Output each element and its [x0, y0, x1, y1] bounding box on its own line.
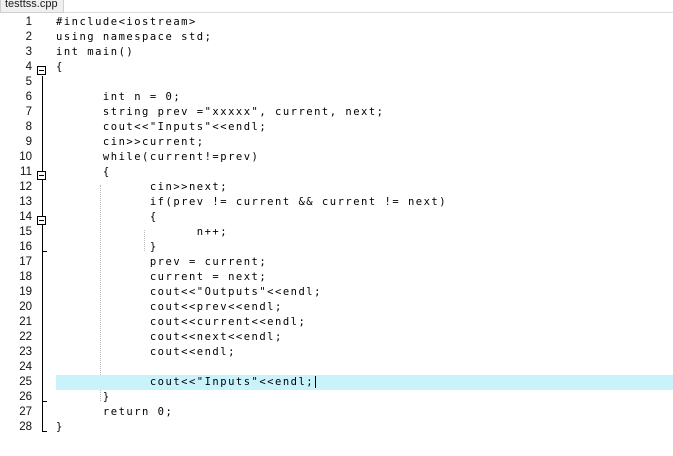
code-text[interactable]: #include<iostream> [56, 15, 197, 30]
text-caret [315, 376, 317, 388]
code-line[interactable]: 2 using namespace std; [0, 30, 673, 45]
code-line[interactable]: 19 cout<<"Outputs"<<endl; [0, 285, 673, 300]
code-line[interactable]: 3 int main() [0, 45, 673, 60]
code-line[interactable]: 18 current = next; [0, 270, 673, 285]
code-text[interactable]: using namespace std; [56, 30, 212, 45]
code-line[interactable]: 4{ [0, 60, 673, 75]
code-line[interactable]: 16 } [0, 240, 673, 255]
line-number: 14 [19, 211, 32, 223]
code-line[interactable]: 20 cout<<prev<<endl; [0, 300, 673, 315]
code-line[interactable]: 24 [0, 360, 673, 375]
code-text[interactable]: cout<<endl; [56, 345, 236, 360]
code-text[interactable]: } [56, 240, 158, 255]
code-text[interactable]: if(prev != current && current != next) [56, 195, 447, 210]
code-text[interactable]: cin>>current; [56, 135, 205, 150]
line-number: 17 [19, 256, 32, 268]
tab-bar: testtss.cpp [0, 0, 673, 13]
code-text[interactable]: cout<<prev<<endl; [56, 300, 283, 315]
line-number: 25 [19, 376, 32, 388]
code-line[interactable]: 15 n++; [0, 225, 673, 240]
code-text[interactable]: } [56, 420, 64, 435]
code-line[interactable]: 11 { [0, 165, 673, 180]
line-number: 19 [19, 286, 32, 298]
code-text[interactable]: cout<<"Outputs"<<endl; [56, 285, 322, 300]
code-line[interactable]: 14 { [0, 210, 673, 225]
code-line[interactable]: 26 } [0, 390, 673, 405]
line-number: 27 [19, 406, 32, 418]
line-number: 3 [25, 46, 32, 58]
code-text[interactable]: { [56, 210, 158, 225]
code-editor[interactable]: 1 #include<iostream> 2 using namespace std;… [0, 13, 673, 456]
line-number: 13 [19, 196, 32, 208]
code-text[interactable]: string prev ="xxxxx", current, next; [56, 105, 385, 120]
line-number: 20 [19, 301, 32, 313]
line-number: 10 [19, 151, 32, 163]
code-text[interactable]: { [56, 60, 64, 75]
code-line[interactable]: 21 cout<<current<<endl; [0, 315, 673, 330]
line-number: 21 [19, 316, 32, 328]
code-line[interactable]: 27 return 0; [0, 405, 673, 420]
code-text[interactable]: { [56, 165, 111, 180]
code-line[interactable]: 25 cout<<"Inputs"<<endl; [0, 375, 673, 390]
code-line[interactable]: 28} [0, 420, 673, 435]
line-number: 24 [19, 361, 32, 373]
code-line[interactable]: 7 string prev ="xxxxx", current, next; [0, 105, 673, 120]
line-number: 2 [25, 31, 32, 43]
line-number: 8 [25, 121, 32, 133]
code-text[interactable]: return 0; [56, 405, 173, 420]
code-line[interactable]: 23 cout<<endl; [0, 345, 673, 360]
line-number: 5 [25, 76, 32, 88]
code-line[interactable]: 9 cin>>current; [0, 135, 673, 150]
line-number: 11 [20, 166, 32, 178]
code-text[interactable]: cout<<current<<endl; [56, 315, 306, 330]
code-line[interactable]: 1 #include<iostream> [0, 15, 673, 30]
line-number: 18 [19, 271, 32, 283]
code-text[interactable]: cout<<"Inputs"<<endl; [56, 375, 317, 390]
code-line[interactable]: 8 cout<<"Inputs"<<endl; [0, 120, 673, 135]
line-number: 26 [19, 391, 32, 403]
code-text[interactable]: int n = 0; [56, 90, 181, 105]
code-line[interactable]: 17 prev = current; [0, 255, 673, 270]
line-number: 1 [25, 16, 32, 28]
code-text[interactable]: while(current!=prev) [56, 150, 259, 165]
line-number: 6 [25, 91, 32, 103]
line-number: 9 [25, 136, 32, 148]
code-line[interactable]: 22 cout<<next<<endl; [0, 330, 673, 345]
code-line[interactable]: 6 int n = 0; [0, 90, 673, 105]
code-line[interactable]: 10 while(current!=prev) [0, 150, 673, 165]
code-text[interactable]: prev = current; [56, 255, 267, 270]
line-number: 12 [19, 181, 32, 193]
code-text[interactable]: cout<<next<<endl; [56, 330, 283, 345]
line-number: 23 [19, 346, 32, 358]
code-text[interactable]: current = next; [56, 270, 267, 285]
code-text[interactable]: } [56, 390, 111, 405]
line-number: 4 [25, 61, 32, 73]
code-line[interactable]: 12 cin>>next; [0, 180, 673, 195]
line-number: 22 [19, 331, 32, 343]
code-text[interactable]: n++; [56, 225, 228, 240]
code-text[interactable]: int main() [56, 45, 134, 60]
code-text[interactable]: cout<<"Inputs"<<endl; [56, 120, 267, 135]
code-line[interactable]: 13 if(prev != current && current != next… [0, 195, 673, 210]
code-text[interactable]: cin>>next; [56, 180, 228, 195]
tab-file[interactable]: testtss.cpp [0, 0, 64, 13]
line-number: 15 [19, 226, 32, 238]
line-number: 16 [19, 241, 32, 253]
code-line[interactable]: 5 [0, 75, 673, 90]
line-number: 7 [25, 106, 32, 118]
line-number: 28 [19, 421, 32, 433]
